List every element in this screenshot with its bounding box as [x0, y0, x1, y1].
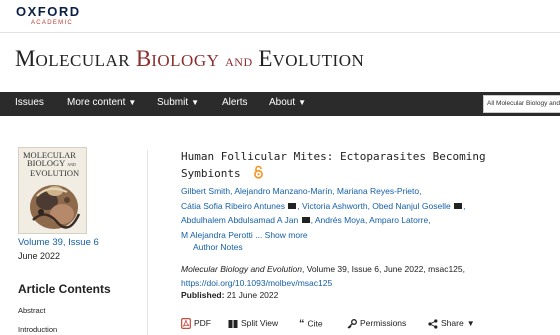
issue-cover-image[interactable]: MOLECULAR BIOLOGY AND EVOLUTION	[18, 147, 87, 234]
main-nav: Issues More content ▼ Submit ▼ Alerts Abou…	[0, 92, 560, 116]
issue-date: June 2022	[18, 251, 61, 261]
pdf-button[interactable]: PDF	[181, 318, 211, 330]
author-line[interactable]: Gilbert Smith, Alejandro Manzano-Marín, …	[181, 184, 556, 199]
article-contents-heading: Article Contents	[18, 282, 111, 296]
column-divider	[147, 150, 148, 335]
toc-item-abstract[interactable]: Abstract	[18, 306, 46, 315]
envelope-icon[interactable]	[301, 217, 310, 223]
nav-item-more-content[interactable]: More content ▼	[67, 97, 136, 108]
nav-item-about[interactable]: About ▼	[269, 97, 306, 108]
envelope-icon[interactable]	[288, 202, 297, 209]
permissions-button[interactable]: Permissions	[347, 318, 406, 329]
publisher-header: OXFORD ACADEMIC	[0, 0, 560, 34]
nav-item-issues[interactable]: Issues	[15, 97, 44, 108]
nav-item-label: About	[269, 97, 296, 108]
cite-label: Cite	[307, 318, 323, 329]
cover-title-line: EVOLUTION	[30, 168, 80, 178]
journal-title-letter: M	[15, 46, 36, 71]
citation: Molecular Biology and Evolution, Volume …	[181, 263, 556, 290]
toc-item-introduction[interactable]: Introduction	[18, 325, 57, 334]
journal-title[interactable]: MOLECULAR BIOLOGY AND EVOLUTION	[15, 46, 364, 72]
nav-item-label: Alerts	[222, 97, 248, 108]
nav-item-label: Submit	[157, 97, 189, 108]
journal-title-and: AND	[225, 55, 253, 69]
author-names[interactable]: Gilbert Smith, Alejandro Manzano-Marín, …	[181, 186, 421, 196]
article-title-line: Symbionts	[181, 167, 241, 180]
nav-item-alerts[interactable]: Alerts	[222, 97, 248, 108]
author-names[interactable]: , Victoria Ashworth, Obed Nanjul Goselle	[297, 201, 450, 211]
split-view-icon	[228, 319, 238, 328]
article-title-line: Human Follicular Mites: Ectoparasites Be…	[181, 150, 486, 163]
article-toolbar: PDF Split View “Cite Permissions Share ▼	[181, 318, 560, 332]
quote-icon: “	[299, 318, 305, 330]
caret-down-icon: ▼	[466, 319, 475, 328]
journal-title-letter: E	[258, 46, 273, 71]
author-name[interactable]: M Alejandra Perotti	[181, 230, 253, 240]
author-notes-link[interactable]: Author Notes	[193, 242, 243, 252]
split-view-label: Split View	[241, 318, 279, 328]
published-date: Published: 21 June 2022	[181, 290, 278, 300]
author-line[interactable]: Cátia Sofia Ribeiro Antunes , Victoria A…	[181, 199, 556, 214]
doi-link[interactable]: https://doi.org/10.1093/molbev/msac125	[181, 278, 332, 288]
published-value: 21 June 2022	[226, 290, 279, 300]
author-separator: ,	[463, 200, 466, 211]
journal-title-part: OLECULAR	[35, 51, 131, 70]
pdf-label: PDF	[194, 318, 211, 328]
share-button[interactable]: Share ▼	[428, 318, 475, 329]
share-icon	[428, 319, 438, 329]
journal-title-letter: B	[135, 46, 152, 71]
header-divider	[0, 32, 560, 33]
oxford-academic-logo[interactable]: OXFORD ACADEMIC	[16, 5, 81, 27]
logo-academic: ACADEMIC	[31, 20, 74, 26]
author-line[interactable]: M Alejandra Perotti ... Show more	[181, 228, 556, 243]
open-access-icon	[254, 165, 263, 179]
cite-button[interactable]: “Cite	[299, 318, 323, 330]
nav-item-label: Issues	[15, 97, 44, 108]
author-names[interactable]: , Andrés Moya, Amparo Latorre,	[311, 215, 431, 225]
logo-oxford: OXFORD	[16, 4, 81, 19]
share-label: Share	[441, 318, 464, 328]
journal-title-part: IOLOGY	[151, 51, 220, 70]
cover-title-word: BIOLOGY	[27, 158, 66, 168]
author-line[interactable]: Abdulhalem Abdulsamad A Jan , Andrés Moy…	[181, 213, 556, 228]
author-list: Gilbert Smith, Alejandro Manzano-Marín, …	[181, 184, 556, 242]
cover-title: MOLECULAR BIOLOGY AND EVOLUTION	[23, 151, 80, 178]
permissions-label: Permissions	[360, 318, 407, 328]
issue-volume-link[interactable]: Volume 39, Issue 6	[18, 237, 99, 248]
cover-title-and: AND	[67, 162, 76, 167]
caret-down-icon: ▼	[191, 98, 200, 107]
citation-details: , Volume 39, Issue 6, June 2022, msac125…	[301, 264, 465, 274]
author-name[interactable]: Cátia Sofia Ribeiro Antunes	[181, 201, 285, 211]
envelope-icon[interactable]	[454, 202, 463, 209]
show-more-authors-link[interactable]: ... Show more	[255, 230, 307, 240]
caret-down-icon: ▼	[298, 98, 307, 107]
article-title: Human Follicular Mites: Ectoparasites Be…	[181, 148, 551, 182]
caret-down-icon: ▼	[128, 98, 137, 107]
author-name[interactable]: Abdulhalem Abdulsamad A Jan	[181, 215, 298, 225]
search-scope-select[interactable]: All Molecular Biology and Evolution	[483, 95, 560, 113]
citation-journal: Molecular Biology and Evolution	[181, 264, 302, 274]
nav-item-submit[interactable]: Submit ▼	[157, 97, 199, 108]
cover-illustration	[30, 185, 81, 229]
key-icon	[347, 318, 357, 329]
split-view-button[interactable]: Split View	[228, 318, 278, 329]
journal-title-part: VOLUTION	[272, 51, 365, 70]
nav-item-label: More content	[67, 97, 126, 108]
published-label: Published:	[181, 290, 225, 300]
pdf-icon	[181, 318, 191, 330]
